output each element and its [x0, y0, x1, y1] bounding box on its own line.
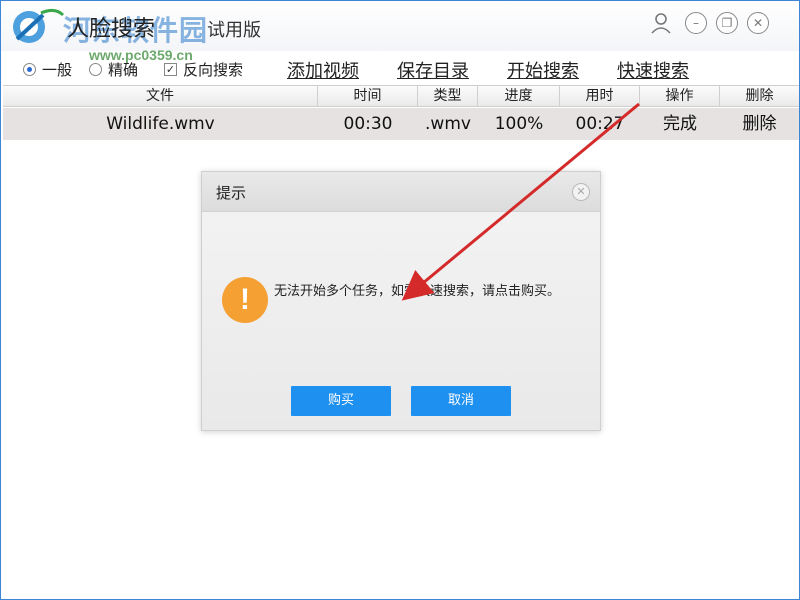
reverse-search-label: 反向搜索: [183, 61, 244, 79]
dialog-header: 提示 ✕: [202, 172, 600, 212]
table-header: 文件 时间 类型 进度 用时 操作 删除: [3, 85, 799, 107]
mode-general-radio[interactable]: 一般: [23, 59, 72, 80]
cell-elapsed: 00:27: [575, 114, 625, 134]
table-row[interactable]: Wildlife.wmv 00:30 .wmv 100% 00:27 完成 删除: [3, 108, 799, 140]
mode-general-label: 一般: [42, 61, 73, 79]
buy-button[interactable]: 购买: [291, 386, 391, 416]
delete-row-button[interactable]: 删除: [720, 108, 799, 140]
title-bar: 河东软件园 人脸搜索 试用版 www.pc0359.cn – ❐ ✕: [1, 1, 799, 63]
column-header-delete[interactable]: 删除: [720, 86, 799, 106]
cancel-button[interactable]: 取消: [411, 386, 511, 416]
app-window: 河东软件园 人脸搜索 试用版 www.pc0359.cn – ❐ ✕ 一般 精确…: [0, 0, 800, 600]
exclamation-icon: !: [222, 277, 268, 323]
cell-time: 00:30: [343, 114, 393, 134]
toolbar: 一般 精确 ✓ 反向搜索 添加视频 保存目录 开始搜索 快速搜索: [1, 55, 799, 83]
prompt-dialog: 提示 ✕ ! 无法开始多个任务，如需快速搜索，请点击购买。 购买 取消: [201, 171, 601, 431]
fast-search-link[interactable]: 快速搜索: [617, 57, 689, 83]
save-directory-link[interactable]: 保存目录: [397, 57, 469, 83]
radio-selected-icon: [23, 63, 36, 76]
cell-action-status[interactable]: 完成: [640, 108, 720, 140]
cell-type: .wmv: [425, 114, 471, 134]
mode-precise-radio[interactable]: 精确: [89, 59, 138, 80]
column-header-type[interactable]: 类型: [418, 86, 478, 106]
app-title: 人脸搜索: [67, 17, 156, 42]
close-icon[interactable]: ✕: [747, 12, 769, 34]
mode-precise-label: 精确: [108, 61, 139, 79]
column-header-file[interactable]: 文件: [3, 86, 318, 106]
dialog-message: 无法开始多个任务，如需快速搜索，请点击购买。: [274, 284, 561, 299]
reverse-search-checkbox[interactable]: ✓ 反向搜索: [164, 59, 243, 80]
dialog-title: 提示: [216, 184, 247, 202]
cell-file: Wildlife.wmv: [106, 114, 215, 134]
column-header-time[interactable]: 时间: [318, 86, 418, 106]
user-icon[interactable]: [649, 11, 673, 35]
app-logo-icon: [13, 8, 65, 43]
column-header-action[interactable]: 操作: [640, 86, 720, 106]
column-header-elapsed[interactable]: 用时: [560, 86, 640, 106]
restore-icon[interactable]: ❐: [716, 12, 738, 34]
radio-unselected-icon: [89, 63, 102, 76]
cell-progress: 100%: [494, 114, 544, 134]
checkbox-checked-icon: ✓: [164, 63, 177, 76]
minimize-icon[interactable]: –: [685, 12, 707, 34]
column-header-progress[interactable]: 进度: [478, 86, 560, 106]
start-search-link[interactable]: 开始搜索: [507, 57, 579, 83]
add-video-link[interactable]: 添加视频: [287, 57, 359, 83]
app-edition-label: 试用版: [207, 20, 261, 41]
dialog-close-icon[interactable]: ✕: [572, 183, 590, 201]
